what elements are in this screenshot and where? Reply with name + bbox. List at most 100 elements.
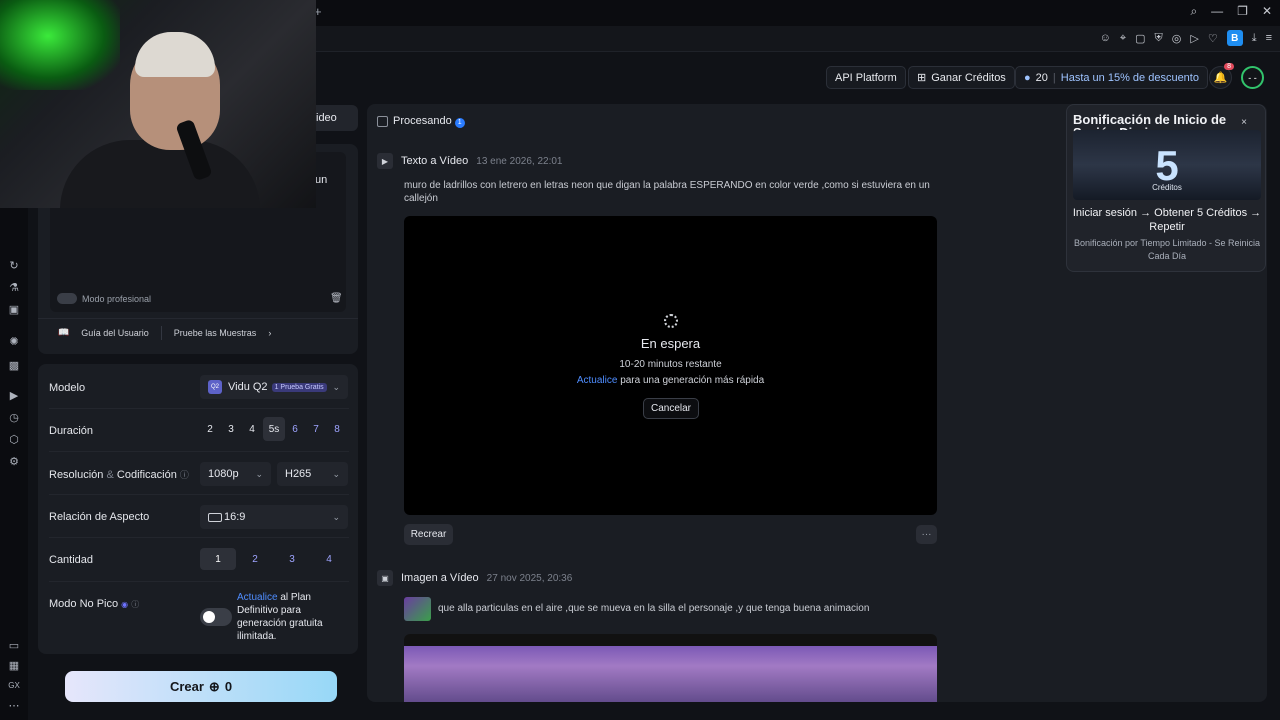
menu-icon[interactable]: ≡ — [1266, 32, 1272, 44]
minimize-icon[interactable]: — — [1211, 4, 1223, 19]
person-body — [60, 140, 260, 208]
select-all-checkbox[interactable] — [377, 116, 388, 127]
trash-icon[interactable]: 🗑 — [330, 293, 343, 304]
recreate-button[interactable]: Recrear — [404, 524, 453, 545]
wait-time: 10-20 minutos restante — [619, 359, 722, 370]
profile-extension-icon[interactable]: B — [1226, 30, 1243, 46]
twitch-icon[interactable]: ▩ — [6, 358, 22, 374]
pin-icon[interactable]: ⌖ — [1120, 32, 1126, 45]
item-header: ▶ Texto a Vídeo 13 ene 2026, 22:01 — [377, 153, 562, 169]
divider — [160, 325, 162, 340]
upgrade-link[interactable]: Actualice — [237, 592, 278, 603]
window-controls: ⌕ — ❐ ✕ — [1190, 4, 1272, 19]
clock-icon[interactable]: ◷ — [6, 410, 22, 426]
daily-bonus-popup: Bonificación de Inicio de Sesión Diario … — [1066, 104, 1266, 272]
duration-option[interactable]: 7 — [306, 417, 326, 441]
premium-icon: ◉ — [121, 600, 129, 609]
duration-option[interactable]: 2 — [200, 417, 220, 441]
search-icon[interactable]: ⌕ — [1190, 4, 1197, 19]
vidu-icon: Q2 — [208, 380, 222, 394]
chip-icon[interactable]: ▦ — [6, 658, 22, 674]
model-select[interactable]: Q2 Vidu Q2 1 Prueba Gratis ⌄ — [200, 375, 348, 399]
create-cost: 0 — [224, 679, 233, 694]
api-platform-button[interactable]: API Platform — [826, 66, 906, 89]
chevron-down-icon: ⌄ — [255, 468, 263, 479]
create-button[interactable]: Crear ⊕ 0 — [65, 671, 337, 702]
resolution-label: Resolución & Codificación ⓘ — [49, 469, 189, 481]
credits-discount-button[interactable]: ● 20 | Hasta un 15% de descuento — [1015, 66, 1208, 89]
cube-icon[interactable]: ⬡ — [6, 432, 22, 448]
quantity-option[interactable]: 3 — [274, 548, 310, 570]
user-guide-link[interactable]: Guía del Usuario — [81, 328, 149, 338]
earn-credits-button[interactable]: ⊞ Ganar Créditos — [908, 66, 1015, 89]
close-icon[interactable]: × — [1241, 117, 1247, 128]
duration-option[interactable]: 3 — [221, 417, 241, 441]
duration-option[interactable]: 4 — [242, 417, 262, 441]
info-icon: ⓘ — [179, 470, 189, 480]
processing-badge: 1 — [454, 118, 465, 128]
send-icon[interactable]: ▷ — [1190, 32, 1198, 45]
restore-icon[interactable]: ❐ — [1237, 4, 1248, 19]
cancel-button[interactable]: Cancelar — [643, 398, 699, 419]
chevron-right-icon: › — [268, 327, 272, 338]
duration-option-selected[interactable]: 5s — [263, 417, 285, 441]
quantity-option[interactable]: 4 — [311, 548, 347, 570]
coin-icon: ⊕ — [208, 678, 220, 694]
upgrade-note: Actualice al Plan Definitivo para genera… — [237, 592, 323, 642]
wait-title: En espera — [640, 336, 701, 351]
shield-icon[interactable]: ⛨ — [1155, 32, 1163, 45]
chatgpt-icon[interactable]: ✺ — [6, 334, 22, 350]
aspect-icon — [208, 512, 222, 522]
aspect-label: Relación de Aspecto — [49, 511, 150, 523]
codec-select[interactable]: H265 ⌄ — [277, 462, 348, 486]
pro-mode-switch[interactable] — [57, 293, 77, 304]
heart-icon[interactable]: ♡ — [1208, 32, 1218, 45]
no-peak-toggle[interactable] — [200, 608, 232, 626]
no-peak-label: Modo No Pico ◉ ⓘ — [49, 598, 140, 610]
refresh-icon[interactable]: ↻ — [6, 258, 22, 274]
flask-icon[interactable]: ⚗ — [6, 280, 22, 296]
storage-icon[interactable]: ▭ — [6, 638, 22, 654]
gx-label[interactable]: GX — [6, 678, 22, 694]
notifications-button[interactable]: 🔔 8 — [1209, 63, 1234, 89]
notification-badge: 8 — [1224, 63, 1234, 70]
item-prompt: muro de ladrillos con letrero en letras … — [404, 180, 930, 204]
chevron-down-icon: ⌄ — [332, 511, 340, 522]
upgrade-link[interactable]: Actualice — [577, 375, 618, 386]
text-to-video-icon: ▶ — [377, 153, 393, 169]
more-icon[interactable]: ⋯ — [6, 698, 22, 714]
emoji-icon[interactable]: ☺ — [1100, 32, 1111, 44]
extension-toolbar: ☺ ⌖ ▢ ⛨ ◎ ▷ ♡ B ⤓ ≡ — [1100, 30, 1272, 46]
processing-label: Procesando 1 — [393, 115, 465, 128]
duration-option[interactable]: 8 — [327, 417, 347, 441]
quantity-option[interactable]: 2 — [237, 548, 273, 570]
more-options-button[interactable]: ··· — [916, 525, 937, 544]
bonus-credits-label: Créditos — [1152, 183, 1182, 192]
avatar[interactable]: - - — [1241, 66, 1264, 89]
green-light — [0, 0, 120, 90]
model-label: Modelo — [49, 382, 86, 394]
m-icon[interactable]: ▣ — [6, 302, 22, 318]
resolution-select[interactable]: 1080p ⌄ — [200, 462, 271, 486]
chevron-down-icon: ⌄ — [332, 381, 340, 392]
person-cap — [135, 32, 215, 77]
aspect-select[interactable]: 16:9 ⌄ — [200, 505, 348, 529]
samples-link[interactable]: Pruebe las Muestras — [174, 328, 257, 338]
book-icon: 📖 — [58, 327, 70, 337]
play-icon[interactable]: ▶ — [6, 388, 22, 404]
video-preview[interactable] — [404, 634, 937, 702]
source-image-thumbnail[interactable] — [404, 597, 431, 621]
quantity-option-selected[interactable]: 1 — [200, 548, 236, 570]
duration-option[interactable]: 6 — [285, 417, 305, 441]
camera-icon[interactable]: ◎ — [1172, 32, 1182, 45]
snapshot-icon[interactable]: ▢ — [1135, 32, 1145, 45]
webcam-overlay — [0, 0, 316, 208]
item-header: ▣ Imagen a Vídeo 27 nov 2025, 20:36 — [377, 570, 572, 586]
settings-icon[interactable]: ⚙ — [6, 454, 22, 470]
credit-icon: ● — [1024, 71, 1031, 84]
close-icon[interactable]: ✕ — [1262, 4, 1272, 19]
pro-mode-toggle[interactable]: Modo profesional — [57, 293, 151, 304]
image-to-video-icon: ▣ — [377, 570, 393, 586]
bonus-banner: 5 Créditos — [1073, 130, 1261, 200]
download-icon[interactable]: ⤓ — [1252, 32, 1257, 45]
